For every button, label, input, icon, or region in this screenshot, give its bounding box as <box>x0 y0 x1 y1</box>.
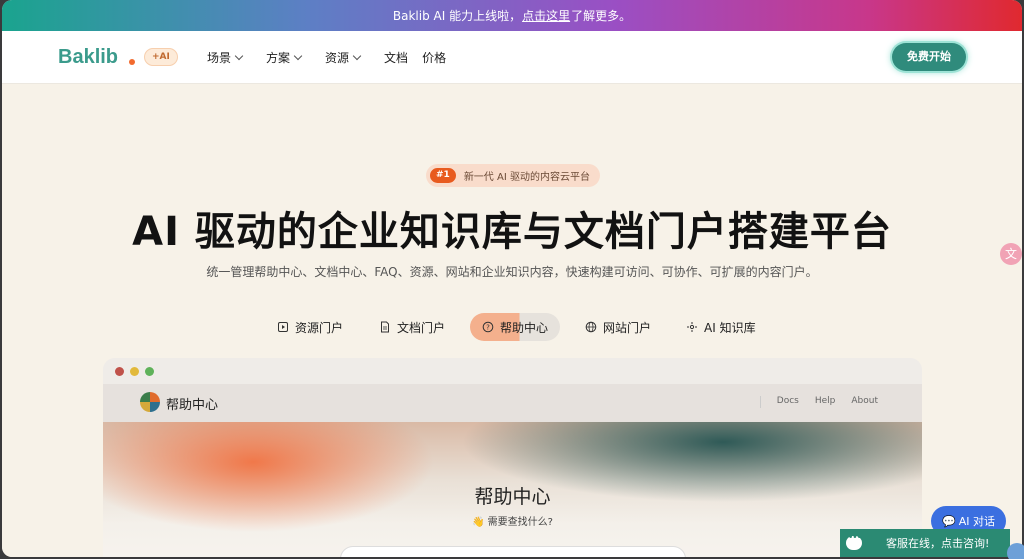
tab-help-center[interactable]: ? 帮助中心 <box>470 313 561 341</box>
start-free-button[interactable]: 免费开始 <box>892 43 966 71</box>
product-tabs: 资源门户 文档门户 ? 帮助中心 网站门户 AI 知识库 <box>2 313 1022 341</box>
chevron-down-icon <box>234 51 244 60</box>
tab-resource-portal[interactable]: 资源门户 <box>277 313 343 341</box>
maximize-dot <box>145 367 154 376</box>
close-dot <box>115 367 124 376</box>
tab-website-portal[interactable]: 网站门户 <box>585 313 651 341</box>
hero-section: #1 新一代 AI 驱动的内容云平台 AI 驱动的企业知识库与文档门户搭建平台 … <box>2 84 1022 557</box>
window-titlebar <box>103 358 922 384</box>
customer-service-bar[interactable]: 客服在线，点击咨询! <box>840 529 1010 557</box>
hero-pill: #1 新一代 AI 驱动的内容云平台 <box>426 164 600 187</box>
announcement-banner: Baklib AI 能力上线啦， 点击这里 了解更多。 <box>2 0 1022 31</box>
pill-number: #1 <box>430 168 456 183</box>
banner-suffix: 了解更多。 <box>571 9 632 23</box>
avatar[interactable] <box>1007 543 1024 559</box>
preview-logo <box>140 392 160 412</box>
tab-label: AI 知识库 <box>704 320 756 335</box>
logo-dot <box>129 59 135 65</box>
page-subtitle: 统一管理帮助中心、文档中心、FAQ、资源、网站和企业知识内容，快速构建可访问、可… <box>206 265 818 279</box>
nav-item-label: 文档 <box>384 51 409 65</box>
tab-ai-knowledge-base[interactable]: AI 知识库 <box>686 313 756 341</box>
help-icon: ? <box>482 321 494 333</box>
divider <box>759 396 761 408</box>
nav-menu: 场景 方案 资源 文档 价格 <box>207 49 460 66</box>
nav-item-resources[interactable]: 资源 <box>325 49 362 66</box>
preview-link-about[interactable]: About <box>851 396 878 408</box>
ai-chat-label: AI 对话 <box>958 515 995 528</box>
translate-icon[interactable]: 文 <box>1000 243 1022 265</box>
document-icon <box>381 321 389 333</box>
nav-item-label: 场景 <box>207 51 232 65</box>
tab-label: 文档门户 <box>397 320 446 335</box>
nav-item-label: 资源 <box>325 51 350 65</box>
chat-bubble-icon <box>846 533 862 550</box>
customer-service-label: 客服在线，点击咨询! <box>886 537 990 550</box>
nav-item-scenes[interactable]: 场景 <box>207 49 244 66</box>
banner-link[interactable]: 点击这里 <box>522 7 570 24</box>
sparkle-icon <box>687 322 697 332</box>
chevron-down-icon <box>293 51 303 60</box>
chevron-down-icon <box>352 51 362 60</box>
preview-hero: 帮助中心 👋 需要查找什么? <box>103 422 922 557</box>
page-title: AI 驱动的企业知识库与文档门户搭建平台 <box>132 209 892 255</box>
preview-search-input[interactable] <box>340 546 686 557</box>
resource-icon <box>278 322 288 332</box>
preview-link-help[interactable]: Help <box>815 396 836 408</box>
top-nav: Baklib +AI 场景 方案 资源 文档 价格 免费开始 <box>2 31 1022 84</box>
tab-label: 资源门户 <box>295 320 344 335</box>
preview-header: 帮助中心 Docs Help About <box>103 384 922 422</box>
nav-item-label: 价格 <box>422 51 447 65</box>
logo[interactable]: Baklib <box>58 46 118 69</box>
nav-item-solutions[interactable]: 方案 <box>266 49 303 66</box>
preview-hero-title: 帮助中心 <box>474 486 551 508</box>
browser-frame: Baklib AI 能力上线啦， 点击这里 了解更多。 Baklib +AI 场… <box>2 0 1022 557</box>
nav-item-label: 方案 <box>266 51 291 65</box>
minimize-dot <box>130 367 139 376</box>
banner-prefix: Baklib AI 能力上线啦， <box>392 9 522 23</box>
preview-link-docs[interactable]: Docs <box>777 396 799 408</box>
svg-text:?: ? <box>486 323 490 331</box>
nav-item-docs[interactable]: 文档 <box>384 49 408 66</box>
tab-document-portal[interactable]: 文档门户 <box>379 313 445 341</box>
tab-label: 网站门户 <box>603 320 652 335</box>
preview-nav: Docs Help About <box>759 396 878 408</box>
nav-item-pricing[interactable]: 价格 <box>422 49 446 66</box>
chat-icon: 💬 <box>942 514 956 528</box>
ai-badge: +AI <box>144 48 178 66</box>
preview-window: 帮助中心 Docs Help About 帮助中心 👋 需要查找什么? <box>103 358 922 557</box>
globe-icon <box>585 321 597 333</box>
tab-label: 帮助中心 <box>500 320 549 335</box>
preview-hero-question: 👋 需要查找什么? <box>472 517 553 528</box>
preview-site-title: 帮助中心 <box>166 398 219 413</box>
pill-text: 新一代 AI 驱动的内容云平台 <box>463 172 590 183</box>
